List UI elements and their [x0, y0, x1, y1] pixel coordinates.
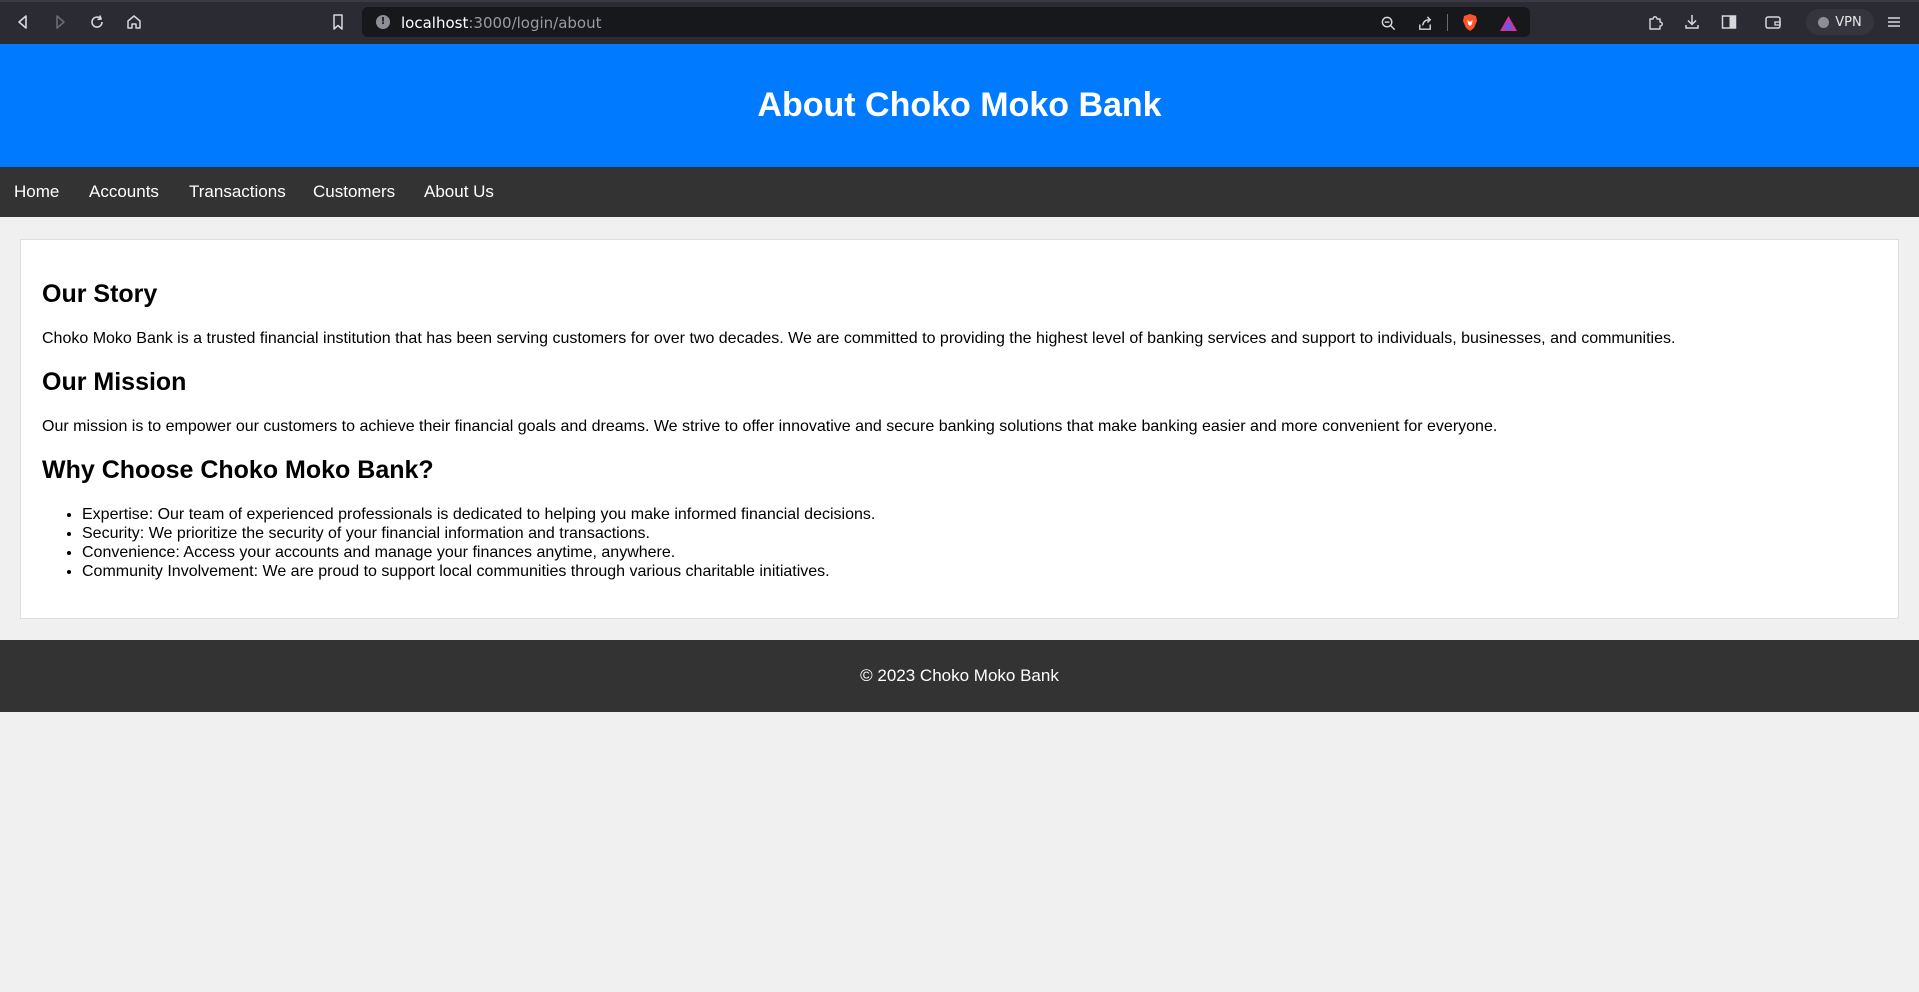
tab-strip — [0, 0, 1919, 2]
main-nav: Home Accounts Transactions Customers Abo… — [0, 167, 1919, 217]
list-item: Convenience: Access your accounts and ma… — [82, 543, 875, 562]
back-icon[interactable] — [11, 10, 35, 34]
brave-rewards-icon[interactable] — [1498, 13, 1518, 33]
nav-transactions-link[interactable]: Transactions — [189, 182, 286, 202]
reload-icon[interactable] — [85, 10, 109, 34]
download-icon[interactable] — [1680, 10, 1704, 34]
url-text: localhost:3000/login/about — [401, 14, 602, 32]
copyright-text: © 2023 Choko Moko Bank — [860, 666, 1059, 685]
divider — [1447, 14, 1448, 31]
page-footer: © 2023 Choko Moko Bank — [0, 640, 1919, 712]
about-content: Our Story Choko Moko Bank is a trusted f… — [20, 239, 1899, 619]
our-mission-text: Our mission is to empower our customers … — [42, 418, 1498, 435]
forward-icon[interactable] — [48, 10, 72, 34]
our-story-text: Choko Moko Bank is a trusted financial i… — [42, 330, 1676, 347]
vpn-label: VPN — [1835, 14, 1862, 30]
browser-toolbar: ! localhost:3000/login/about VPN — [0, 0, 1919, 44]
share-icon[interactable] — [1415, 13, 1435, 33]
reasons-list: Expertise: Our team of experienced profe… — [82, 505, 875, 581]
list-item: Security: We prioritize the security of … — [82, 524, 875, 543]
url-host: localhost — [401, 14, 469, 32]
vpn-button[interactable]: VPN — [1806, 9, 1874, 35]
extensions-icon[interactable] — [1643, 10, 1667, 34]
our-mission-heading: Our Mission — [42, 368, 187, 396]
our-story-heading: Our Story — [42, 280, 158, 308]
home-icon[interactable] — [122, 10, 146, 34]
site-info-icon[interactable]: ! — [376, 15, 390, 29]
vpn-status-icon — [1818, 16, 1830, 28]
address-bar[interactable]: ! localhost:3000/login/about — [362, 7, 1530, 37]
nav-about-us-link[interactable]: About Us — [424, 182, 494, 202]
menu-icon[interactable] — [1882, 10, 1906, 34]
nav-customers-link[interactable]: Customers — [313, 182, 395, 202]
nav-home-link[interactable]: Home — [14, 182, 59, 202]
wallet-icon[interactable] — [1761, 10, 1785, 34]
list-item: Community Involvement: We are proud to s… — [82, 562, 875, 581]
url-path: :3000/login/about — [468, 14, 602, 32]
brave-shields-icon[interactable] — [1460, 13, 1480, 33]
page-title: About Choko Moko Bank — [757, 86, 1162, 124]
zoom-icon[interactable] — [1378, 13, 1398, 33]
nav-accounts-link[interactable]: Accounts — [89, 182, 159, 202]
list-item: Expertise: Our team of experienced profe… — [82, 505, 875, 524]
sidebar-icon[interactable] — [1717, 10, 1741, 34]
bookmark-icon[interactable] — [326, 10, 350, 34]
page-header: About Choko Moko Bank — [0, 44, 1919, 167]
why-choose-heading: Why Choose Choko Moko Bank? — [42, 456, 434, 484]
